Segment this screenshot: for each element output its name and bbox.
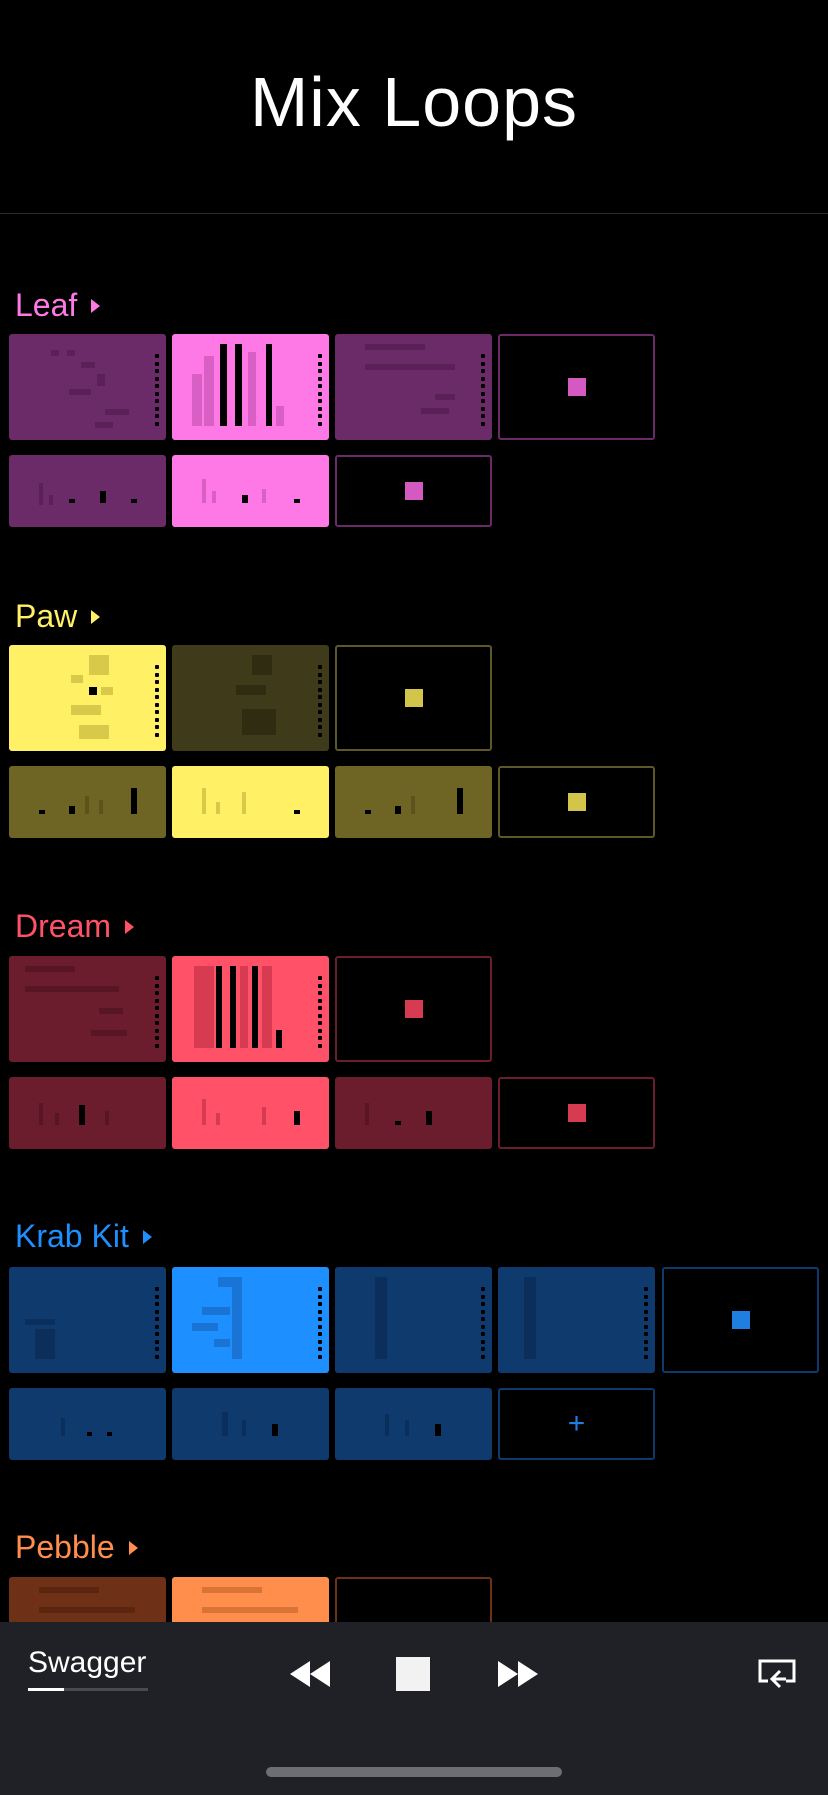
group-title-krab-kit[interactable]: Krab Kit — [15, 1218, 152, 1255]
page-title: Mix Loops — [249, 63, 579, 141]
group-name: Krab Kit — [15, 1218, 129, 1254]
stop-icon — [567, 793, 586, 811]
drag-handle-icon[interactable] — [155, 976, 159, 1048]
drag-handle-icon[interactable] — [644, 1287, 648, 1359]
loop-tile[interactable] — [9, 334, 166, 440]
drag-handle-icon[interactable] — [155, 1287, 159, 1359]
plus-icon: + — [567, 1407, 586, 1440]
stop-icon — [567, 378, 586, 396]
add-loop-button[interactable]: + — [498, 1388, 655, 1460]
loop-tile[interactable] — [9, 1077, 166, 1149]
loop-tile[interactable] — [172, 1388, 329, 1460]
stop-slot[interactable] — [335, 956, 492, 1062]
rewind-button[interactable] — [288, 1650, 332, 1698]
stop-slot[interactable] — [335, 455, 492, 527]
airplay-icon — [758, 1659, 796, 1689]
airplay-button[interactable] — [754, 1650, 800, 1698]
fast-forward-button[interactable] — [496, 1650, 540, 1698]
song-progress — [28, 1688, 148, 1691]
loop-tile-active[interactable] — [172, 334, 329, 440]
loop-tile-active[interactable] — [172, 455, 329, 527]
drag-handle-icon[interactable] — [318, 1287, 322, 1359]
loop-tile[interactable] — [172, 645, 329, 751]
loop-tile-active[interactable] — [9, 645, 166, 751]
loop-tile[interactable] — [9, 455, 166, 527]
drag-handle-icon[interactable] — [318, 976, 322, 1048]
stop-slot[interactable] — [335, 645, 492, 751]
group-name: Leaf — [15, 287, 78, 323]
stop-slot[interactable] — [498, 1077, 655, 1149]
drag-handle-icon[interactable] — [155, 665, 159, 737]
loop-tile[interactable] — [335, 334, 492, 440]
loop-tile[interactable] — [9, 1388, 166, 1460]
rewind-icon — [290, 1661, 330, 1687]
play-triangle-icon — [142, 1229, 152, 1244]
stop-icon — [404, 1000, 423, 1018]
stop-icon — [396, 1657, 430, 1691]
drag-handle-icon[interactable] — [481, 1287, 485, 1359]
loop-tile[interactable] — [335, 766, 492, 838]
group-title-paw[interactable]: Paw — [15, 598, 101, 635]
drag-handle-icon[interactable] — [318, 354, 322, 426]
drag-handle-icon[interactable] — [155, 354, 159, 426]
home-indicator — [266, 1767, 562, 1777]
play-triangle-icon — [91, 609, 101, 624]
stop-icon — [404, 482, 423, 500]
loop-tile-active[interactable] — [172, 1267, 329, 1373]
group-title-pebble[interactable]: Pebble — [15, 1529, 138, 1566]
loop-tile-active[interactable] — [172, 1077, 329, 1149]
group-name: Pebble — [15, 1529, 115, 1565]
loop-tile[interactable] — [335, 1388, 492, 1460]
stop-icon — [731, 1311, 750, 1329]
drag-handle-icon[interactable] — [481, 354, 485, 426]
loop-tile[interactable] — [9, 956, 166, 1062]
play-triangle-icon — [128, 1540, 138, 1555]
stop-slot[interactable] — [498, 766, 655, 838]
drag-handle-icon[interactable] — [318, 665, 322, 737]
fast-forward-icon — [498, 1661, 538, 1687]
group-title-leaf[interactable]: Leaf — [15, 287, 101, 324]
play-triangle-icon — [125, 919, 135, 934]
header: Mix Loops — [0, 0, 828, 214]
stop-slot[interactable] — [662, 1267, 819, 1373]
loop-tile-active[interactable] — [172, 956, 329, 1062]
group-name: Dream — [15, 908, 112, 944]
stop-slot[interactable] — [498, 334, 655, 440]
stop-icon — [567, 1104, 586, 1122]
stop-button[interactable] — [393, 1650, 433, 1698]
loop-tile[interactable] — [335, 1077, 492, 1149]
group-name: Paw — [15, 598, 78, 634]
loop-tile[interactable] — [335, 1267, 492, 1373]
loop-tile[interactable] — [9, 1267, 166, 1373]
loop-tile-active[interactable] — [172, 766, 329, 838]
stop-icon — [404, 689, 423, 707]
loop-tile[interactable] — [498, 1267, 655, 1373]
loop-tile[interactable] — [9, 766, 166, 838]
play-triangle-icon — [91, 298, 101, 313]
song-name[interactable]: Swagger — [28, 1646, 146, 1680]
group-title-dream[interactable]: Dream — [15, 908, 135, 945]
